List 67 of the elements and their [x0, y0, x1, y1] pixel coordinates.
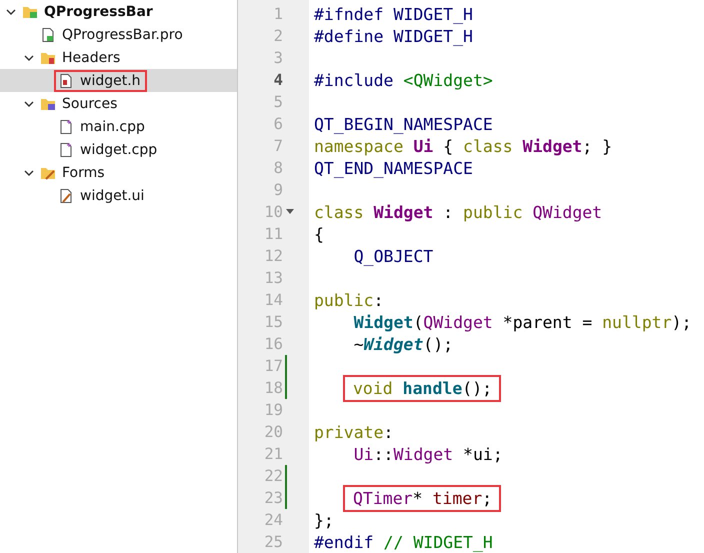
tree-row[interactable]: widget.ui	[0, 184, 237, 207]
code-line: class Widget : public QWidget	[314, 202, 602, 222]
code-line: };	[314, 510, 334, 530]
code-line: Q_OBJECT	[352, 246, 434, 266]
line-number: 2	[272, 27, 283, 45]
code-line: #include <QWidget>	[314, 70, 493, 90]
code-line: QT_BEGIN_NAMESPACE	[314, 114, 493, 134]
code-line: {	[314, 224, 324, 244]
line-number: 21	[263, 445, 283, 463]
fold-icon[interactable]	[286, 209, 294, 215]
line-number: 24	[263, 511, 283, 529]
line-number: 22	[263, 467, 283, 485]
line-number: 19	[263, 401, 283, 419]
line-number: 1	[272, 5, 283, 23]
code-line: namespace Ui { class Widget; }	[314, 136, 612, 156]
code-line: Ui::Widget *ui;	[352, 444, 503, 464]
tree-item[interactable]: Headers	[62, 50, 120, 66]
line-number: 25	[263, 533, 283, 551]
tree-item[interactable]: Forms	[62, 164, 105, 180]
tree-row[interactable]: QProgressBar	[0, 0, 237, 23]
line-number: 6	[272, 115, 283, 133]
line-number: 14	[263, 291, 283, 309]
code-line: ~Widget();	[352, 334, 454, 354]
cpp-file-icon	[58, 118, 74, 134]
tree-row[interactable]: main.cpp	[0, 115, 237, 138]
code-line: QTimer* timer;	[353, 488, 492, 508]
line-number: 18	[263, 379, 283, 397]
line-number: 23	[263, 489, 283, 507]
code-line: #endif // WIDGET_H	[314, 532, 493, 552]
line-number: 10	[263, 203, 283, 221]
code-line: QT_END_NAMESPACE	[314, 158, 473, 178]
tree-item[interactable]: main.cpp	[80, 118, 145, 134]
tree-item[interactable]: Sources	[62, 96, 118, 112]
tree-row[interactable]: Headers	[0, 46, 237, 69]
cpp-file-icon	[58, 142, 74, 158]
line-number: 5	[272, 93, 283, 111]
line-number: 17	[263, 357, 283, 375]
code-line: void handle();	[353, 378, 492, 398]
form-file-icon	[58, 188, 74, 204]
tree-item[interactable]: widget.ui	[80, 188, 144, 204]
line-number: 20	[263, 423, 283, 441]
tree-item[interactable]: QProgressBar	[44, 4, 153, 20]
tree-item[interactable]: widget.cpp	[80, 142, 158, 158]
line-number: 8	[272, 159, 283, 177]
line-number: 9	[272, 181, 283, 199]
line-number: 7	[272, 137, 283, 155]
tree-row[interactable]: widget.h	[0, 69, 237, 92]
tree-row[interactable]: QProgressBar.pro	[0, 23, 237, 46]
tree-row[interactable]: Sources	[0, 92, 237, 115]
line-number: 3	[272, 49, 283, 67]
code-line: #ifndef WIDGET_H	[314, 4, 473, 24]
code-line: Widget(QWidget *parent = nullptr);	[352, 312, 692, 332]
line-number: 13	[263, 269, 283, 287]
line-number: 15	[263, 313, 283, 331]
tree-row[interactable]: Forms	[0, 161, 237, 184]
header-file-icon	[58, 72, 74, 88]
line-number: 12	[263, 247, 283, 265]
code-line: public:	[314, 290, 384, 310]
tree-item[interactable]: QProgressBar.pro	[62, 26, 183, 42]
tree-item[interactable]: widget.h	[80, 72, 141, 88]
code-line: private:	[314, 422, 394, 442]
line-number: 11	[263, 225, 283, 243]
tree-row[interactable]: widget.cpp	[0, 138, 237, 161]
project-file-icon	[40, 26, 56, 42]
code-line: #define WIDGET_H	[314, 26, 473, 46]
line-number: 16	[263, 335, 283, 353]
line-number: 4	[272, 71, 283, 89]
